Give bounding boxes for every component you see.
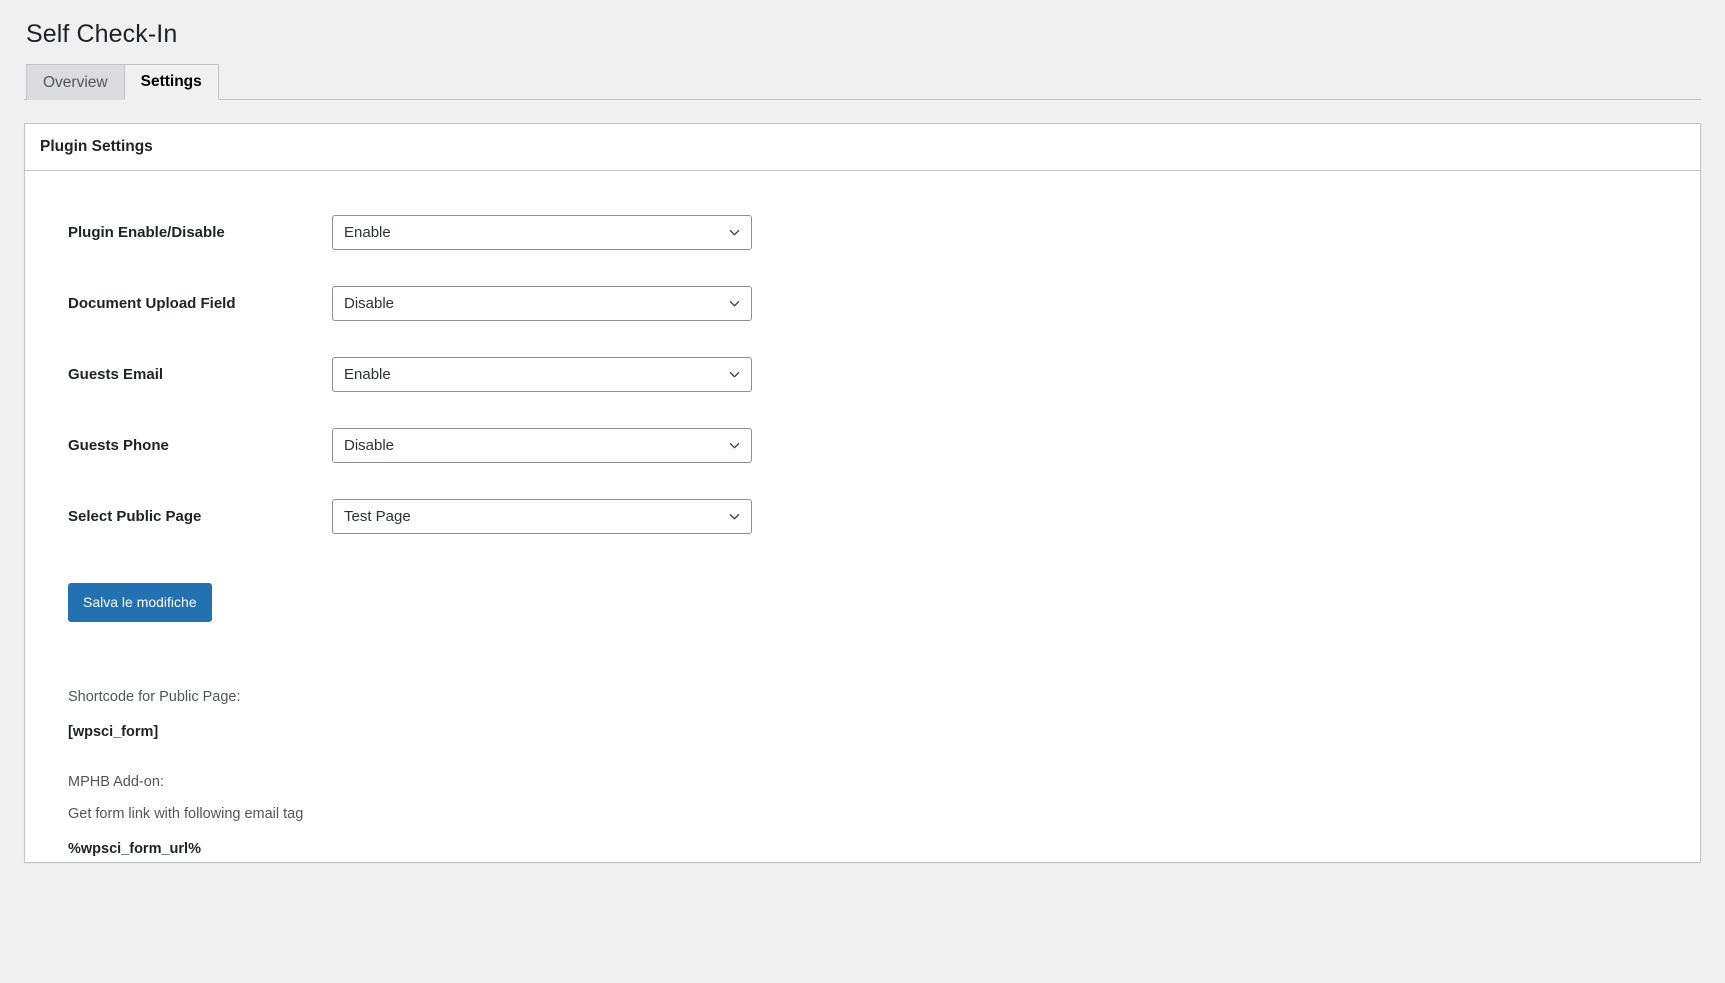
shortcode-value: [wpsci_form] bbox=[68, 723, 1700, 742]
notes-section: Shortcode for Public Page: [wpsci_form] … bbox=[68, 688, 1700, 858]
settings-row-plugin-enable-disable: Plugin Enable/Disable Enable bbox=[68, 197, 752, 268]
field-guests-phone: Disable bbox=[332, 410, 752, 481]
select-wrapper: Test Page bbox=[332, 499, 752, 534]
label-plugin-enable-disable: Plugin Enable/Disable bbox=[68, 197, 332, 268]
plugin-settings-card: Plugin Settings Plugin Enable/Disable En… bbox=[24, 123, 1701, 863]
card-body: Plugin Enable/Disable Enable bbox=[25, 171, 1700, 858]
page-wrapper: Self Check-In Overview Settings Plugin S… bbox=[0, 0, 1725, 863]
tab-settings[interactable]: Settings bbox=[124, 64, 219, 100]
select-wrapper: Disable bbox=[332, 286, 752, 321]
select-document-upload-field[interactable]: Disable bbox=[332, 286, 752, 321]
card-header-title: Plugin Settings bbox=[25, 124, 1700, 171]
select-wrapper: Disable bbox=[332, 428, 752, 463]
settings-row-document-upload-field: Document Upload Field Disable bbox=[68, 268, 752, 339]
mphb-addon-label: MPHB Add-on: bbox=[68, 773, 1700, 792]
select-public-page[interactable]: Test Page bbox=[332, 499, 752, 534]
select-wrapper: Enable bbox=[332, 215, 752, 250]
field-plugin-enable-disable: Enable bbox=[332, 197, 752, 268]
select-guests-phone[interactable]: Disable bbox=[332, 428, 752, 463]
shortcode-label: Shortcode for Public Page: bbox=[68, 688, 1700, 707]
select-wrapper: Enable bbox=[332, 357, 752, 392]
label-select-public-page: Select Public Page bbox=[68, 481, 332, 552]
settings-row-select-public-page: Select Public Page Test Page bbox=[68, 481, 752, 552]
label-document-upload-field: Document Upload Field bbox=[68, 268, 332, 339]
field-guests-email: Enable bbox=[332, 339, 752, 410]
settings-row-guests-email: Guests Email Enable bbox=[68, 339, 752, 410]
label-guests-phone: Guests Phone bbox=[68, 410, 332, 481]
settings-form-table: Plugin Enable/Disable Enable bbox=[68, 197, 752, 552]
field-document-upload-field: Disable bbox=[332, 268, 752, 339]
page-title: Self Check-In bbox=[24, 0, 1701, 63]
tab-bar: Overview Settings bbox=[24, 63, 1701, 100]
settings-row-guests-phone: Guests Phone Disable bbox=[68, 410, 752, 481]
tab-overview[interactable]: Overview bbox=[26, 64, 125, 100]
select-plugin-enable-disable[interactable]: Enable bbox=[332, 215, 752, 250]
field-select-public-page: Test Page bbox=[332, 481, 752, 552]
mphb-email-tag-value: %wpsci_form_url% bbox=[68, 840, 1700, 859]
save-changes-button[interactable]: Salva le modifiche bbox=[68, 583, 212, 622]
label-guests-email: Guests Email bbox=[68, 339, 332, 410]
select-guests-email[interactable]: Enable bbox=[332, 357, 752, 392]
submit-row: Salva le modifiche bbox=[68, 583, 1700, 622]
mphb-addon-description: Get form link with following email tag bbox=[68, 805, 1700, 824]
